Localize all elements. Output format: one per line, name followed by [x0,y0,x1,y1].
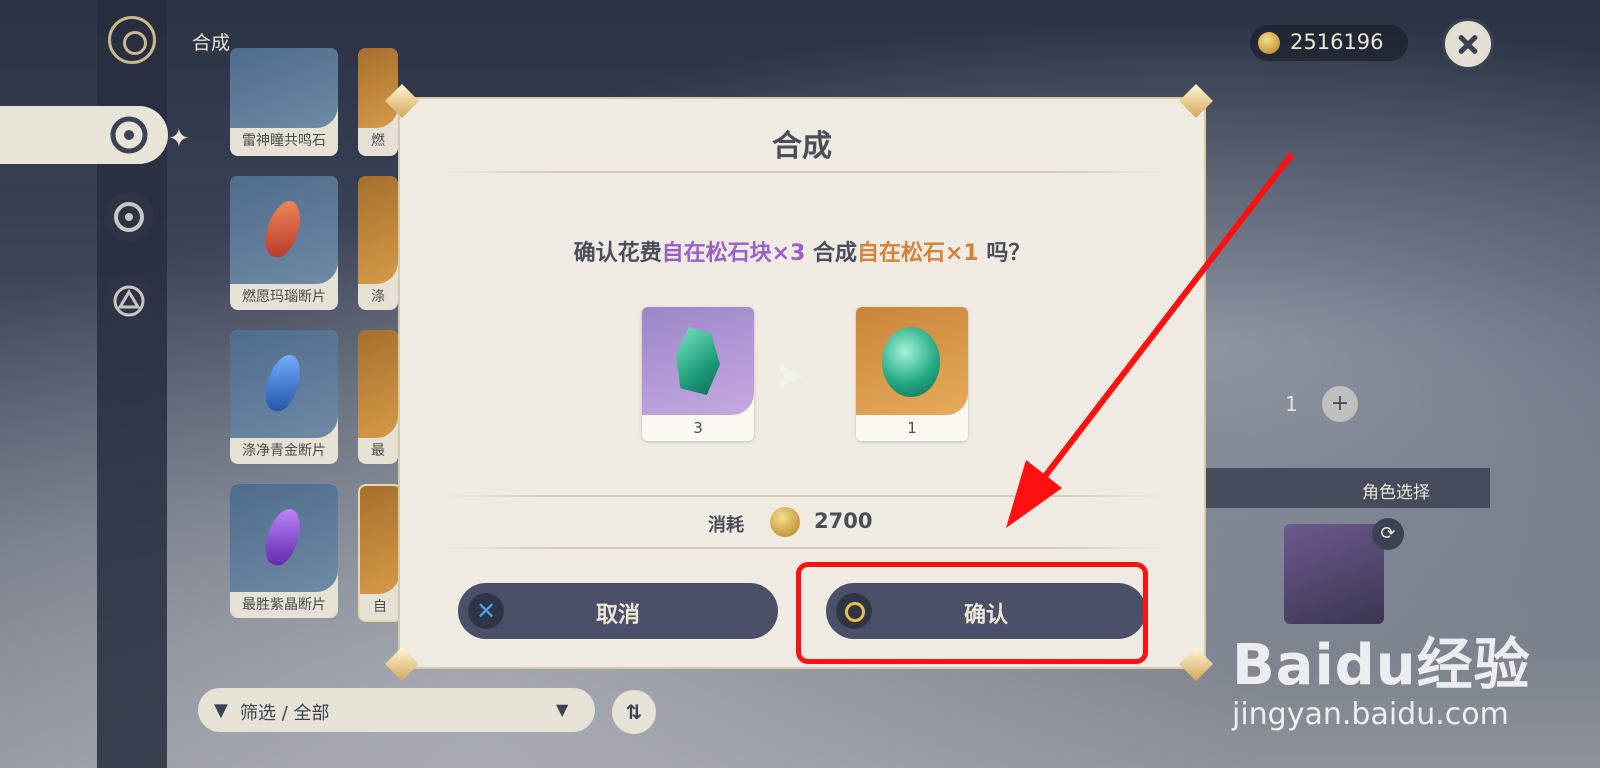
watermark-logo: Baidu经验 [1232,633,1531,698]
watermark-url: jingyan.baidu.com [1232,697,1509,732]
baidu-watermark: Baidu经验 jingyan.baidu.com [1232,620,1531,732]
